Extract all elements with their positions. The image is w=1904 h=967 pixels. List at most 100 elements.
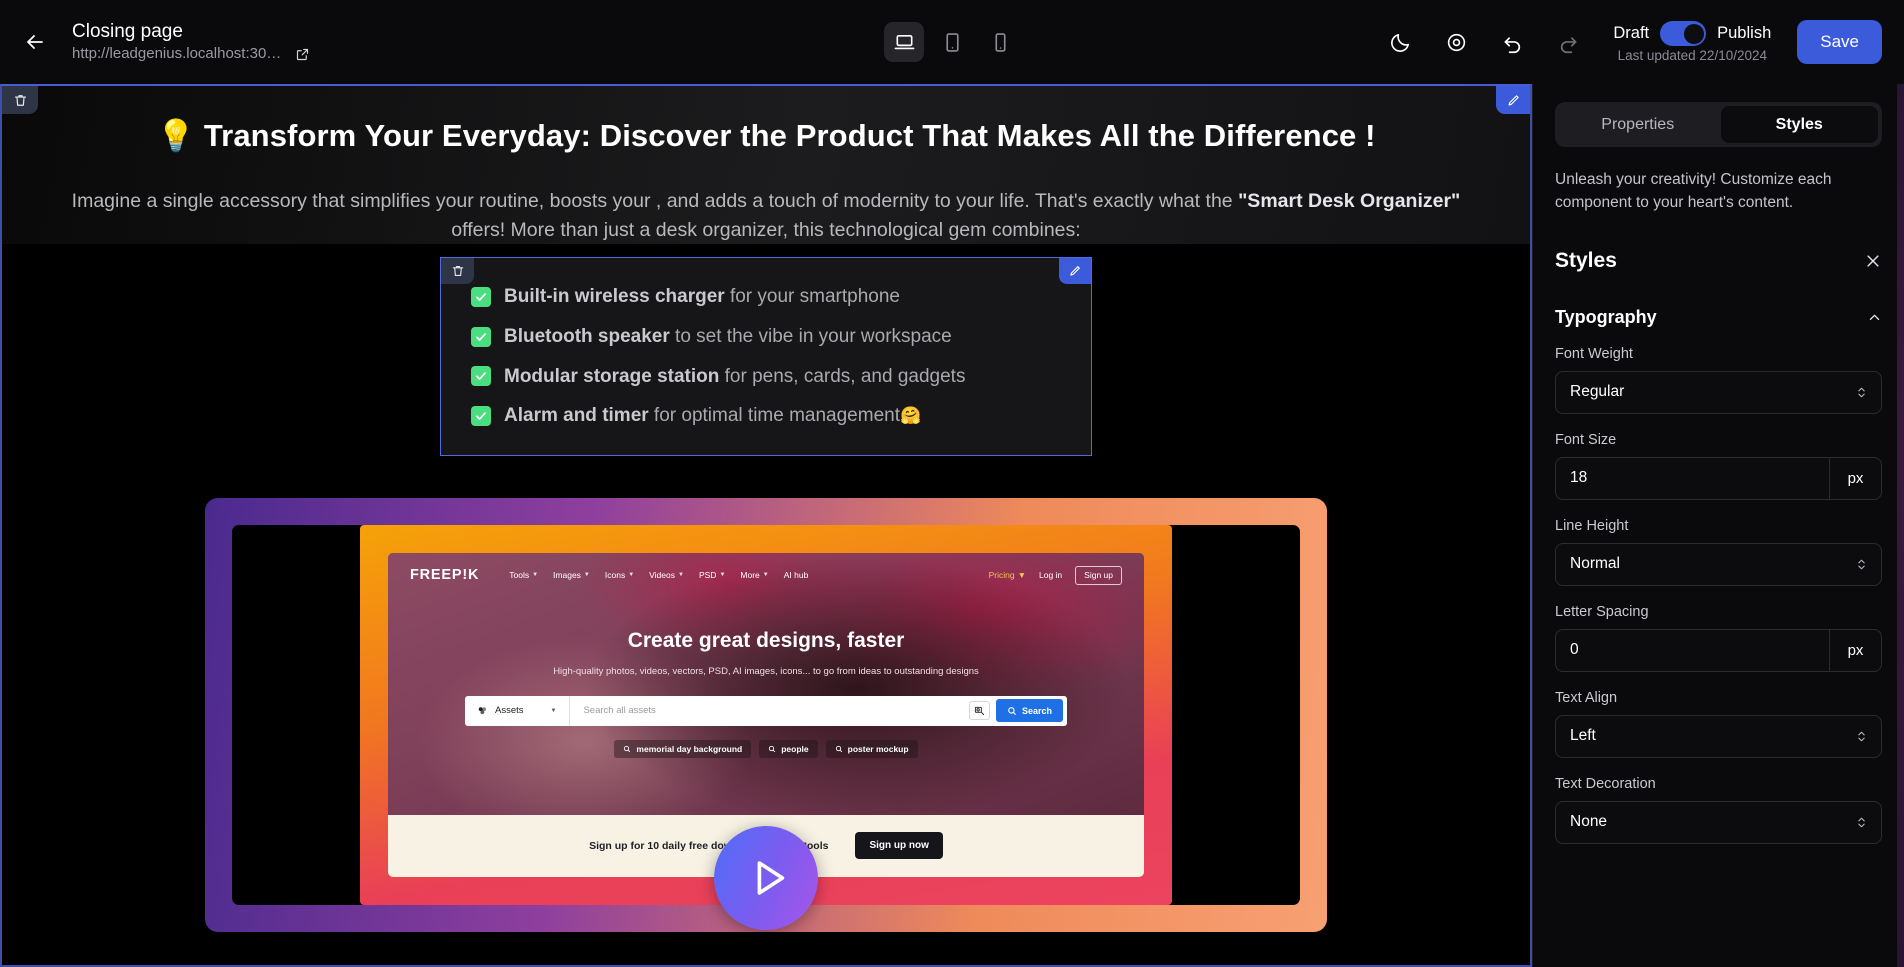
freepik-nav-item-more[interactable]: More▼: [740, 570, 768, 580]
panel-close-button[interactable]: [1864, 252, 1882, 270]
freepik-login-link[interactable]: Log in: [1039, 570, 1062, 580]
font-size-input-group[interactable]: 18 px: [1555, 457, 1882, 500]
list-block-delete-button[interactable]: [441, 258, 474, 284]
list-item-text: Bluetooth speaker to set the vibe in you…: [504, 324, 952, 350]
field-label: Text Align: [1555, 690, 1882, 706]
search-button-label: Search: [1022, 706, 1052, 716]
typography-section-title: Typography: [1555, 307, 1657, 328]
freepik-tag[interactable]: poster mockup: [826, 740, 918, 758]
line-height-select[interactable]: Normal: [1555, 543, 1882, 586]
arrow-left-icon: [23, 30, 47, 54]
back-button[interactable]: [14, 21, 56, 63]
field-label: Letter Spacing: [1555, 604, 1882, 620]
field-label: Font Size: [1555, 432, 1882, 448]
tab-styles[interactable]: Styles: [1721, 106, 1879, 143]
nav-label: Icons: [605, 570, 625, 580]
freepik-search-input[interactable]: Search all assets: [570, 705, 969, 716]
canvas-delete-button[interactable]: [2, 86, 38, 114]
list-item-bold: Built-in wireless charger: [504, 286, 725, 307]
hero-paragraph-bold: "Smart Desk Organizer": [1238, 190, 1460, 212]
text-align-select[interactable]: Left: [1555, 715, 1882, 758]
video-play-button[interactable]: [714, 826, 818, 930]
font-size-input[interactable]: 18: [1556, 469, 1829, 487]
selected-list-block[interactable]: Built-in wireless charger for your smart…: [440, 257, 1092, 456]
theme-toggle-button[interactable]: [1385, 27, 1415, 57]
page-meta: Closing page http://leadgenius.localhost…: [72, 21, 310, 62]
canvas-edit-button[interactable]: [1496, 86, 1530, 114]
freepik-nav-items: Tools▼ Images▼ Icons▼ Videos▼ PSD▼ More▼…: [509, 570, 808, 580]
page-url: http://leadgenius.localhost:30…: [72, 46, 281, 63]
banner-signup-button[interactable]: Sign up now: [855, 832, 942, 859]
device-desktop-button[interactable]: [884, 22, 924, 62]
field-text-align: Text Align Left: [1555, 690, 1882, 758]
trash-icon: [13, 93, 28, 108]
freepik-nav-item-icons[interactable]: Icons▼: [605, 570, 634, 580]
freepik-assets-dropdown[interactable]: Assets ▼: [465, 696, 570, 726]
play-icon: [746, 855, 792, 901]
freepik-headline: Create great designs, faster: [388, 629, 1144, 653]
list-item-emoji: 🤗: [900, 406, 921, 425]
external-link-button[interactable]: [295, 47, 310, 62]
freepik-pricing-link[interactable]: Pricing▼: [989, 570, 1026, 580]
freepik-logo: FREEP!K: [410, 567, 479, 583]
freepik-tag[interactable]: people: [759, 740, 817, 758]
panel-tabs: Properties Styles: [1555, 102, 1882, 147]
pricing-label: Pricing: [989, 570, 1015, 580]
list-item-text: Alarm and timer for optimal time managem…: [504, 403, 921, 429]
list-item-rest: for your smartphone: [725, 286, 900, 307]
device-tablet-button[interactable]: [932, 22, 972, 62]
moon-icon: [1389, 31, 1412, 54]
page-url-row: http://leadgenius.localhost:30…: [72, 46, 310, 63]
freepik-nav-item-videos[interactable]: Videos▼: [649, 570, 684, 580]
tab-properties[interactable]: Properties: [1559, 106, 1717, 143]
device-toggle-group: [884, 22, 1020, 62]
field-font-weight: Font Weight Regular: [1555, 346, 1882, 414]
letter-spacing-input-group[interactable]: 0 px: [1555, 629, 1882, 672]
preview-button[interactable]: [1441, 27, 1471, 57]
font-weight-select[interactable]: Regular: [1555, 371, 1882, 414]
list-item-rest: for pens, cards, and gadgets: [719, 366, 965, 387]
list-block-edit-button[interactable]: [1059, 258, 1091, 284]
list-item-rest: for optimal time management: [649, 405, 900, 426]
app-body: 💡 Transform Your Everyday: Discover the …: [0, 84, 1904, 967]
chevron-up-icon: [1867, 310, 1882, 325]
save-button[interactable]: Save: [1797, 20, 1882, 64]
assets-label: Assets: [495, 705, 524, 716]
device-mobile-button[interactable]: [980, 22, 1020, 62]
freepik-search-bar[interactable]: Assets ▼ Search all assets: [465, 696, 1067, 726]
list-item: Alarm and timer for optimal time managem…: [441, 396, 1091, 436]
external-link-icon: [295, 47, 310, 62]
typography-section-header[interactable]: Typography: [1555, 307, 1882, 328]
freepik-nav-item-images[interactable]: Images▼: [553, 570, 590, 580]
draft-label: Draft: [1613, 24, 1649, 43]
panel-description: Unleash your creativity! Customize each …: [1555, 168, 1882, 215]
freepik-search-button[interactable]: Search: [996, 699, 1063, 722]
undo-button[interactable]: [1497, 27, 1527, 57]
list-item: Built-in wireless charger for your smart…: [441, 277, 1091, 317]
publish-row: Draft Publish: [1613, 21, 1771, 46]
freepik-nav-item-aihub[interactable]: AI hub: [784, 570, 809, 580]
field-label: Font Weight: [1555, 346, 1882, 362]
check-icon: [471, 327, 491, 347]
search-icon: [768, 745, 776, 753]
freepik-nav-item-tools[interactable]: Tools▼: [509, 570, 538, 580]
eye-icon: [1445, 31, 1468, 54]
toggle-knob: [1684, 24, 1704, 44]
publish-label: Publish: [1717, 24, 1771, 43]
publish-toggle[interactable]: [1660, 21, 1706, 46]
text-decoration-select[interactable]: None: [1555, 801, 1882, 844]
freepik-tag[interactable]: memorial day background: [614, 740, 751, 758]
nav-label: AI hub: [784, 570, 809, 580]
freepik-signup-button[interactable]: Sign up: [1075, 566, 1122, 585]
freepik-nav-right: Pricing▼ Log in Sign up: [989, 566, 1122, 585]
letter-spacing-input[interactable]: 0: [1556, 641, 1829, 659]
nav-label: Images: [553, 570, 581, 580]
assets-icon: [477, 705, 488, 716]
redo-button[interactable]: [1553, 27, 1583, 57]
tag-label: poster mockup: [848, 744, 909, 754]
trash-icon: [451, 264, 465, 278]
freepik-image-search-button[interactable]: [969, 701, 990, 720]
canvas-area[interactable]: 💡 Transform Your Everyday: Discover the …: [0, 84, 1532, 967]
header-right: Draft Publish Last updated 22/10/2024 Sa…: [1385, 20, 1882, 64]
freepik-nav-item-psd[interactable]: PSD▼: [699, 570, 725, 580]
